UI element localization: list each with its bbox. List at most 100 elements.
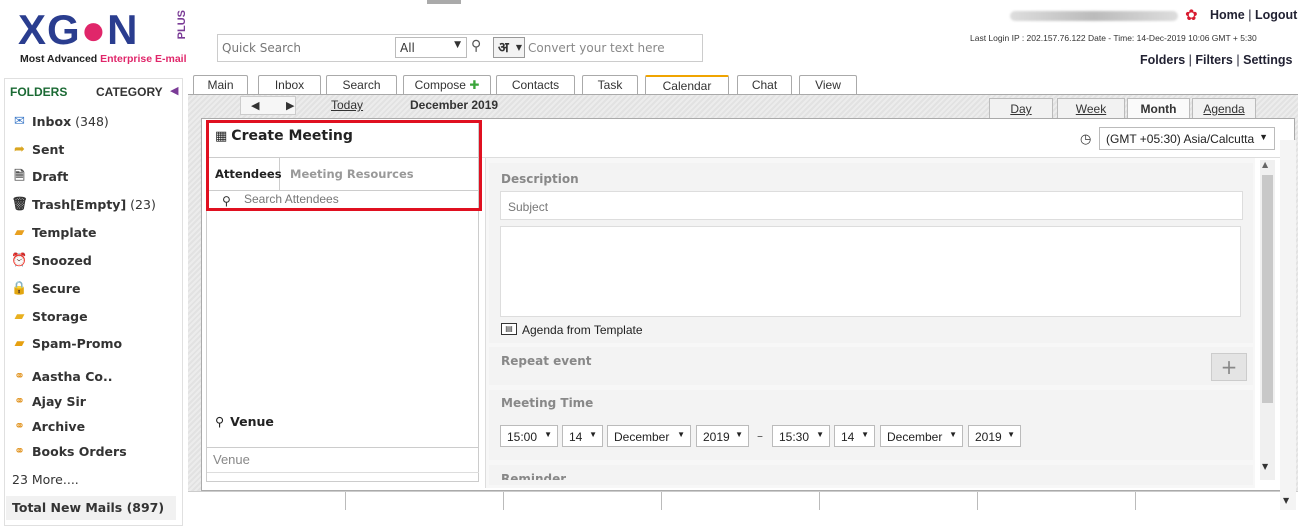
next-arrow-icon[interactable]: ▶ [286, 99, 294, 112]
folders-filters-settings-links: Folders | Filters | Settings [1140, 53, 1292, 67]
repeat-event-label: Repeat event [501, 354, 592, 368]
tab-chat[interactable]: Chat [737, 75, 792, 95]
view-tab-day[interactable]: Day [989, 98, 1053, 119]
grid-cell [504, 492, 662, 510]
tab-label: Main [207, 78, 234, 92]
folder-icon: 🔒 [11, 280, 28, 296]
tab-search[interactable]: Search [326, 75, 397, 95]
folders-link[interactable]: Folders [1140, 53, 1185, 67]
folder-label: Snoozed [32, 252, 92, 268]
filters-link[interactable]: Filters [1195, 53, 1233, 67]
folder-item[interactable]: ✉ Inbox (348) [11, 110, 109, 132]
folder-icon: ⚭ [14, 418, 25, 434]
view-tab-week[interactable]: Week [1057, 98, 1125, 119]
tab-label: Compose [414, 78, 466, 92]
folder-label: Books Orders [32, 443, 127, 459]
end-year-select[interactable]: 2019 ▼ [968, 425, 1021, 447]
folder-label: Storage [32, 308, 88, 324]
folder-item[interactable]: 🗑 Trash[Empty] (23) [11, 193, 156, 215]
scrollbar-thumb[interactable] [1262, 175, 1273, 403]
quick-search-input[interactable]: Quick Search [222, 41, 301, 55]
description-textarea[interactable] [500, 226, 1241, 317]
start-month-select[interactable]: December ▼ [607, 425, 691, 447]
tab-task[interactable]: Task [582, 75, 638, 95]
folders-heading[interactable]: FOLDERS [10, 85, 67, 99]
tab-label: Task [597, 78, 623, 92]
tab-inbox[interactable]: Inbox [258, 75, 321, 95]
location-pin-icon: ⚲ [215, 414, 225, 429]
scroll-down-icon[interactable]: ▼ [1262, 462, 1268, 471]
folder-item[interactable]: ⚭ Books Orders [11, 440, 127, 462]
logout-link[interactable]: Logout [1255, 8, 1297, 22]
folder-item[interactable]: ▰ Template [11, 221, 97, 243]
start-day-select[interactable]: 14 ▼ [562, 425, 603, 447]
logo: XG●N PLUS Most Advanced Enterprise E-mai… [8, 4, 193, 66]
tab-contacts[interactable]: Contacts [496, 75, 575, 95]
folder-label: Ajay Sir [32, 393, 86, 409]
folder-item[interactable]: ⚭ Ajay Sir [11, 390, 86, 412]
chevron-down-icon: ▼ [816, 430, 824, 439]
chevron-down-icon: ▼ [1007, 430, 1015, 439]
tab-calendar[interactable]: Calendar [645, 75, 729, 95]
venue-heading: ⚲ Venue [215, 414, 274, 429]
folder-item[interactable]: 🗎 Draft [11, 165, 68, 187]
subject-input[interactable]: Subject [500, 191, 1243, 220]
folder-item[interactable]: ▰ Storage [11, 305, 88, 327]
tab-main[interactable]: Main [193, 75, 248, 95]
scroll-down-icon[interactable]: ▼ [1283, 496, 1289, 505]
tab-compose[interactable]: Compose ✚ [403, 75, 491, 95]
folder-item[interactable]: ⚭ Aastha Co.. [11, 365, 112, 387]
venue-input[interactable]: Venue [213, 452, 250, 467]
divider [207, 447, 479, 448]
end-time-select[interactable]: 15:30 ▼ [772, 425, 830, 447]
time-range-dash: – [757, 429, 763, 443]
folder-item[interactable]: ▰ Spam-Promo [11, 332, 123, 354]
today-link[interactable]: Today [331, 98, 363, 112]
settings-flower-icon[interactable]: ✿ [1185, 6, 1198, 24]
meeting-time-label: Meeting Time [501, 396, 594, 410]
link-separator: | [1188, 53, 1192, 67]
folder-item[interactable]: 🔒 Secure [11, 277, 80, 299]
folder-item[interactable]: ➦ Sent [11, 138, 64, 160]
folder-item[interactable]: ⚭ Archive [11, 415, 85, 437]
grid-cell [346, 492, 504, 510]
grid-cell [820, 492, 978, 510]
tab-label: View [815, 78, 841, 92]
more-folders-link[interactable]: 23 More.... [12, 472, 79, 487]
language-toggle[interactable]: अ ▼ [493, 37, 525, 58]
end-month-select[interactable]: December ▼ [880, 425, 963, 447]
tab-view[interactable]: View [799, 75, 857, 95]
home-link[interactable]: Home [1210, 8, 1245, 22]
convert-text-input[interactable]: Convert your text here [528, 41, 665, 55]
add-repeat-button[interactable]: + [1211, 353, 1247, 381]
settings-link[interactable]: Settings [1243, 53, 1292, 67]
caret-left-icon[interactable]: ◀ [170, 84, 178, 97]
search-icon[interactable]: ⚲ [471, 38, 481, 54]
folder-item[interactable]: ⏰ Snoozed [11, 249, 92, 271]
total-new-mails: Total New Mails (897) [6, 496, 176, 520]
scroll-up-icon[interactable]: ▲ [1262, 160, 1268, 169]
view-tab-agenda[interactable]: Agenda [1192, 98, 1256, 119]
folder-icon: ⚭ [14, 393, 25, 409]
template-icon[interactable]: ▤ [501, 323, 517, 335]
timezone-select[interactable]: (GMT +05:30) Asia/Calcutta ▼ [1099, 127, 1275, 150]
plus-icon: ✚ [465, 78, 480, 92]
search-scope-select[interactable]: All ▼ [395, 37, 467, 58]
folder-icon: ⚭ [14, 368, 25, 384]
end-day-select[interactable]: 14 ▼ [834, 425, 875, 447]
chevron-down-icon: ▼ [949, 430, 957, 439]
chevron-down-icon: ▼ [515, 43, 522, 52]
prev-arrow-icon[interactable]: ◀ [251, 99, 259, 112]
start-year-select[interactable]: 2019 ▼ [696, 425, 749, 447]
tab-label: Chat [751, 78, 778, 92]
calendar-scrollbar[interactable] [1280, 140, 1296, 510]
month-label: December 2019 [410, 98, 499, 112]
category-heading[interactable]: CATEGORY [96, 85, 163, 99]
chevron-down-icon: ▼ [544, 430, 552, 439]
description-label: Description [501, 172, 579, 186]
chevron-down-icon: ▼ [861, 430, 869, 439]
agenda-from-template-link[interactable]: Agenda from Template [522, 323, 643, 337]
start-time-select[interactable]: 15:00 ▼ [500, 425, 558, 447]
folder-label: Spam-Promo [32, 335, 123, 351]
view-tab-month[interactable]: Month [1127, 98, 1190, 119]
